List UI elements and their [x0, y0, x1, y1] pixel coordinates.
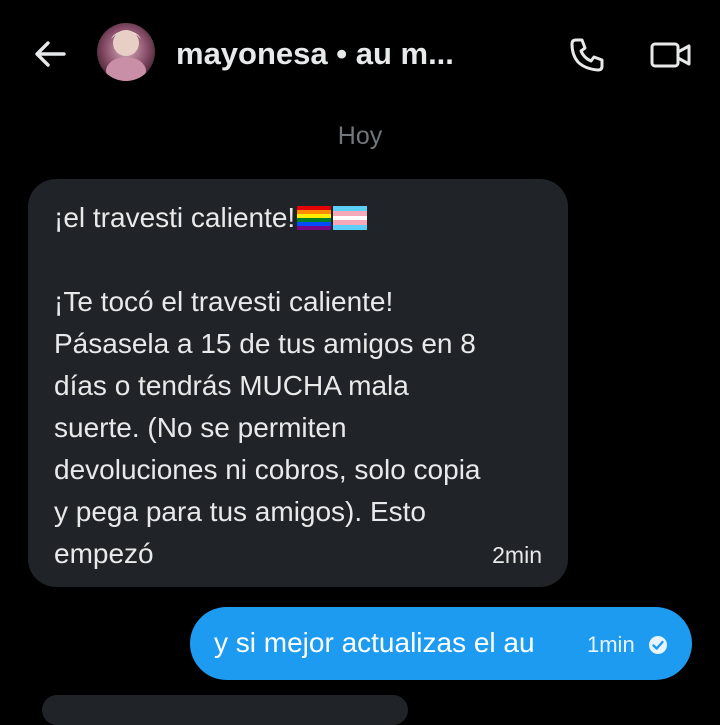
- outgoing-message[interactable]: y si mejor actualizas el au 1min: [190, 607, 692, 680]
- message-text: y si mejor actualizas el au: [214, 627, 535, 658]
- read-check-icon: [649, 636, 667, 654]
- date-separator: Hoy: [337, 122, 383, 150]
- message-line: días o tendrás MUCHA mala: [54, 370, 409, 401]
- next-message-peek: [42, 695, 408, 725]
- back-button[interactable]: [30, 34, 70, 74]
- message-line: empezó: [54, 538, 154, 569]
- chat-header: mayonesa • au m...: [0, 0, 720, 105]
- chat-title[interactable]: mayonesa • au m...: [176, 36, 454, 72]
- message-line: [54, 239, 542, 281]
- incoming-message[interactable]: ¡el travesti caliente! ¡Te tocó el trave…: [28, 179, 568, 587]
- arrow-left-icon: [35, 41, 66, 67]
- message-line: devoluciones ni cobros, solo copia: [54, 454, 481, 485]
- message-line: suerte. (No se permiten: [54, 412, 347, 443]
- message-line: y pega para tus amigos). Esto: [54, 496, 426, 527]
- avatar-image: [97, 23, 155, 81]
- video-call-button[interactable]: [646, 33, 696, 77]
- message-timestamp: 2min: [492, 542, 542, 568]
- rainbow-flag-icon: [297, 206, 332, 230]
- transgender-flag-icon: [333, 206, 368, 230]
- message-line: ¡Te tocó el travesti caliente!: [54, 286, 394, 317]
- message-timestamp: 1min: [587, 632, 635, 657]
- call-button[interactable]: [565, 33, 609, 77]
- phone-icon: [570, 38, 604, 72]
- video-camera-icon: [650, 42, 691, 68]
- message-line: ¡el travesti caliente!: [54, 197, 542, 239]
- message-line: Pásasela a 15 de tus amigos en 8: [54, 328, 476, 359]
- avatar[interactable]: [97, 23, 155, 81]
